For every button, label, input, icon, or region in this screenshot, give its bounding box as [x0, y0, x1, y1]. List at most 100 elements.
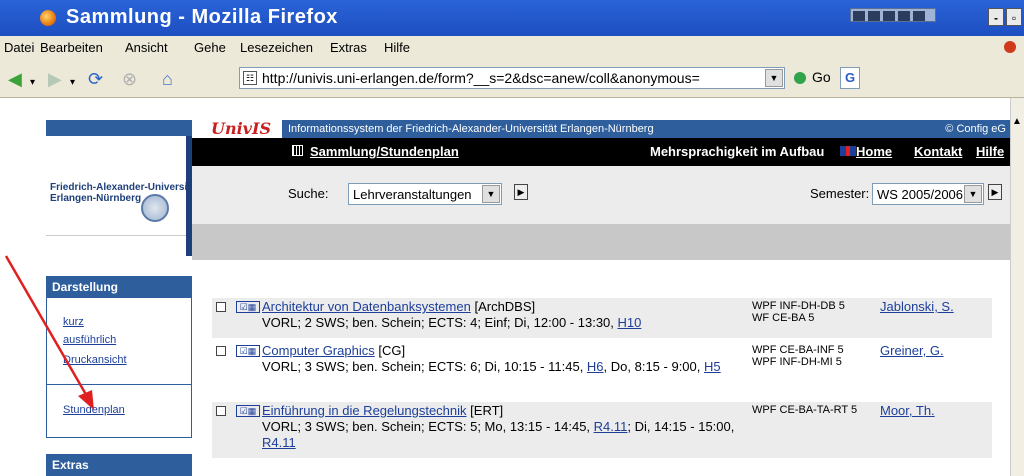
firefox-icon [40, 10, 56, 26]
page-favicon-icon: ☷ [243, 71, 257, 85]
room-link[interactable]: H5 [704, 359, 721, 374]
calendar-icon[interactable]: ☑▦ [236, 345, 260, 357]
forward-dropdown-icon[interactable]: ▾ [70, 74, 75, 92]
go-icon[interactable] [794, 72, 806, 84]
multilang-text: Mehrsprachigkeit im Aufbau [650, 144, 825, 159]
course-title: Architektur von Datenbanksystemen [ArchD… [262, 299, 535, 314]
module-2: WF CE-BA 5 [752, 312, 815, 324]
course-abbr: [ArchDBS] [474, 299, 536, 314]
course-detail-text: VORL; 3 SWS; ben. Schein; ECTS: 5; Mo, 1… [262, 419, 594, 434]
course-modules: WPF INF-DH-DB 5 WF CE-BA 5 [752, 300, 845, 324]
menu-hilfe[interactable]: Hilfe [384, 40, 410, 55]
search-select-value: Lehrveranstaltungen [353, 187, 472, 202]
go-button[interactable]: Go [812, 69, 831, 85]
darstellung-header: Darstellung [46, 276, 192, 298]
course-checkbox[interactable] [216, 346, 226, 356]
semester-select-value: WS 2005/2006 [877, 187, 964, 202]
semester-go-button[interactable]: ▶ [988, 184, 1002, 200]
course-title-link[interactable]: Computer Graphics [262, 343, 375, 358]
course-detail: VORL; 3 SWS; ben. Schein; ECTS: 6; Di, 1… [262, 359, 752, 375]
stop-icon[interactable]: ⊗ [122, 70, 137, 88]
room-link[interactable]: H10 [618, 315, 642, 330]
course-row: ☑▦ Computer Graphics [CG] VORL; 3 SWS; b… [212, 342, 992, 396]
university-name: Friedrich-Alexander-Universität Erlangen… [50, 182, 200, 204]
course-checkbox[interactable] [216, 406, 226, 416]
minimize-button[interactable]: - [988, 8, 1004, 26]
forward-icon[interactable]: ▶ [48, 70, 62, 88]
maximize-button[interactable]: ▫ [1006, 8, 1022, 26]
course-title: Computer Graphics [CG] [262, 343, 405, 358]
reload-icon[interactable]: ⟳ [88, 70, 103, 88]
view-kurz-link[interactable]: kurz [63, 316, 84, 328]
course-detail: VORL; 3 SWS; ben. Schein; ECTS: 5; Mo, 1… [262, 419, 752, 451]
room-link[interactable]: R4.11 [262, 435, 296, 450]
search-dropdown-icon[interactable]: ▼ [482, 185, 500, 203]
menu-datei[interactable]: Datei [4, 40, 34, 55]
lecturer-link[interactable]: Greiner, G. [880, 343, 944, 358]
back-dropdown-icon[interactable]: ▾ [30, 74, 35, 92]
module-1: WPF CE-BA-INF 5 [752, 344, 844, 356]
home-link[interactable]: Home [856, 144, 892, 159]
menu-extras[interactable]: Extras [330, 40, 367, 55]
view-druckansicht-link[interactable]: Druckansicht [63, 354, 127, 366]
url-dropdown-icon[interactable]: ▼ [765, 69, 783, 87]
course-detail: VORL; 2 SWS; ben. Schein; ECTS: 4; Einf;… [262, 315, 752, 331]
room-link[interactable]: H6 [587, 359, 604, 374]
semester-dropdown-icon[interactable]: ▼ [964, 185, 982, 203]
course-checkbox[interactable] [216, 302, 226, 312]
scroll-up-icon[interactable]: ▲ [1012, 116, 1022, 127]
course-detail-text: , Do, 8:15 - 9:00, [603, 359, 704, 374]
back-icon[interactable]: ◀ [8, 70, 22, 88]
course-detail-text: VORL; 2 SWS; ben. Schein; ECTS: 4; Einf;… [262, 315, 618, 330]
lecturer-link[interactable]: Jablonski, S. [880, 299, 954, 314]
room-link[interactable]: R4.11 [594, 419, 628, 434]
window-title: Sammlung - Mozilla Firefox [66, 6, 338, 28]
module-2: WPF INF-DH-MI 5 [752, 356, 842, 368]
navigation-toolbar: ◀ ▾ ▶ ▾ ⟳ ⊗ ⌂ ☷ http://univis.uni-erlang… [0, 58, 1024, 98]
univis-logo[interactable]: UnivIS [200, 120, 282, 138]
uk-flag-icon[interactable] [840, 146, 856, 156]
search-label: Suche: [288, 186, 329, 201]
address-bar[interactable]: ☷ http://univis.uni-erlangen.de/form?__s… [239, 67, 785, 89]
sidebar-divider [47, 384, 191, 385]
course-detail-text: ; Di, 14:15 - 15:00, [627, 419, 735, 434]
menu-bearbeiten[interactable]: Bearbeiten [40, 40, 103, 55]
home-icon[interactable]: ⌂ [162, 70, 173, 88]
course-row: ☑▦ Architektur von Datenbanksystemen [Ar… [212, 298, 992, 338]
header-text: Informationssystem der Friedrich-Alexand… [288, 123, 654, 135]
stundenplan-link[interactable]: Stundenplan [63, 404, 125, 416]
lecturer-link[interactable]: Moor, Th. [880, 403, 935, 418]
copyright[interactable]: © Config eG [945, 123, 1006, 135]
menubar: Datei Bearbeiten Ansicht Gehe Lesezeiche… [0, 36, 1024, 58]
semester-select[interactable]: WS 2005/2006 ▼ [872, 183, 984, 205]
darstellung-box: kurz ausführlich Druckansicht Stundenpla… [46, 298, 192, 438]
module-1: WPF INF-DH-DB 5 [752, 300, 845, 312]
course-title-link[interactable]: Einführung in die Regelungstechnik [262, 403, 467, 418]
menu-lesezeichen[interactable]: Lesezeichen [240, 40, 313, 55]
url-text[interactable]: http://univis.uni-erlangen.de/form?__s=2… [262, 70, 760, 86]
calendar-icon[interactable]: ☑▦ [236, 405, 260, 417]
course-title: Einführung in die Regelungstechnik [ERT] [262, 403, 503, 418]
univis-nav: Sammlung/Stundenplan Mehrsprachigkeit im… [192, 138, 1010, 166]
menu-gehe[interactable]: Gehe [194, 40, 226, 55]
collection-icon [292, 145, 303, 156]
search-engine-icon[interactable]: G [840, 67, 860, 89]
course-title-link[interactable]: Architektur von Datenbanksystemen [262, 299, 471, 314]
course-abbr: [CG] [378, 343, 406, 358]
university-name-line2: Erlangen-Nürnberg [50, 193, 142, 204]
vertical-scrollbar[interactable]: ▲ [1010, 98, 1024, 476]
university-seal-icon [141, 194, 169, 222]
collection-link[interactable]: Sammlung/Stundenplan [310, 144, 459, 159]
kontakt-link[interactable]: Kontakt [914, 144, 962, 159]
hilfe-link[interactable]: Hilfe [976, 144, 1004, 159]
extras-header: Extras [46, 454, 192, 476]
calendar-icon[interactable]: ☑▦ [236, 301, 260, 313]
menu-ansicht[interactable]: Ansicht [125, 40, 168, 55]
university-name-line1: Friedrich-Alexander-Universität [50, 182, 200, 193]
search-go-button[interactable]: ▶ [514, 184, 528, 200]
search-select[interactable]: Lehrveranstaltungen ▼ [348, 183, 502, 205]
left-header-bar [46, 120, 192, 136]
university-logo-box: Friedrich-Alexander-Universität Erlangen… [46, 136, 200, 236]
darstellung-title: Darstellung [52, 280, 119, 294]
view-ausfuehrlich-link[interactable]: ausführlich [63, 334, 116, 346]
